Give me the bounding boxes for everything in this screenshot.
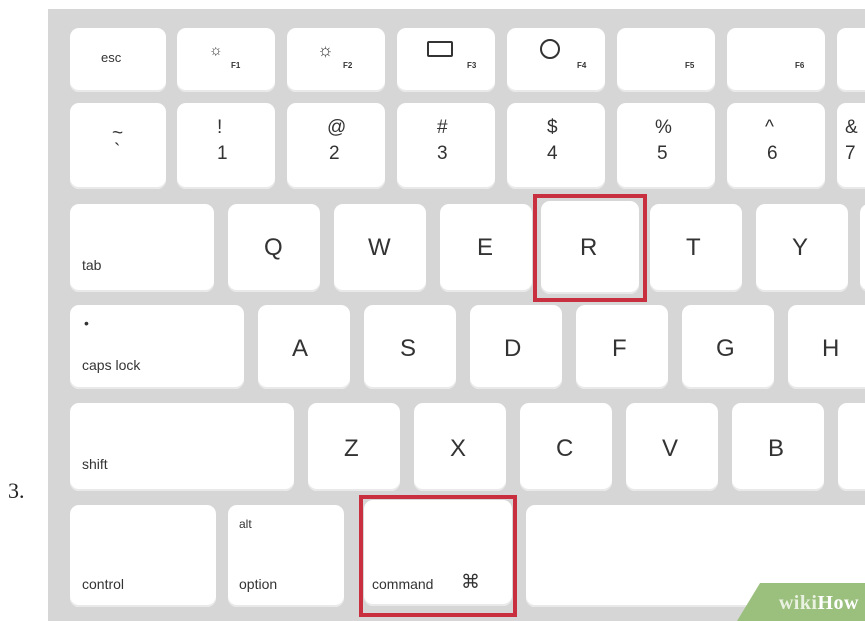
key-f4-label: F4	[577, 61, 587, 70]
key-f6-label: F6	[795, 61, 805, 70]
key-b-label: B	[768, 435, 785, 462]
key-esc: esc	[70, 28, 166, 92]
key-2: @ 2	[287, 103, 385, 189]
dashboard-icon	[540, 39, 560, 59]
key-4-bottom: 4	[547, 143, 558, 164]
key-h: H	[788, 305, 865, 389]
key-g: G	[682, 305, 774, 389]
mission-control-icon	[427, 41, 453, 57]
key-c: C	[520, 403, 612, 491]
key-e: E	[440, 204, 532, 292]
key-f1: ☼ F1	[177, 28, 275, 92]
key-f5-label: F5	[685, 61, 695, 70]
key-c-label: C	[556, 435, 574, 462]
keyboard-illustration: esc ☼ F1 ☼ F2 F3 F4 F5 F6 ~ ` ! 1 @ 2 # …	[48, 9, 865, 621]
key-x-label: X	[450, 435, 467, 462]
key-u	[860, 204, 865, 292]
key-z-label: Z	[344, 435, 359, 462]
brightness-down-icon: ☼	[209, 42, 223, 59]
key-6-top: ^	[765, 117, 774, 138]
key-option: alt option	[228, 505, 344, 607]
key-f3-label: F3	[467, 61, 477, 70]
key-w: W	[334, 204, 426, 292]
key-q: Q	[228, 204, 320, 292]
key-z: Z	[308, 403, 400, 491]
key-esc-label: esc	[101, 50, 122, 65]
key-tab-label: tab	[82, 257, 102, 273]
key-tab: tab	[70, 204, 214, 292]
key-b: B	[732, 403, 824, 491]
key-w-label: W	[368, 234, 391, 261]
key-7-bottom: 7	[845, 143, 856, 164]
step-number: 3.	[8, 478, 25, 503]
key-f3: F3	[397, 28, 495, 92]
key-f6: F6	[727, 28, 825, 92]
key-tilde-bottom: `	[114, 141, 121, 162]
key-5-top: %	[655, 117, 672, 138]
key-f-label: F	[612, 335, 627, 362]
key-alt-label: alt	[239, 517, 252, 531]
key-t-label: T	[686, 234, 701, 261]
key-7: & 7	[837, 103, 865, 189]
key-7-top: &	[845, 117, 858, 138]
key-1-top: !	[217, 117, 223, 138]
key-caps-lock: • caps lock	[70, 305, 244, 389]
key-d: D	[470, 305, 562, 389]
wikihow-watermark: wikiHow	[778, 592, 859, 614]
key-a: A	[258, 305, 350, 389]
key-control: control	[70, 505, 216, 607]
key-t: T	[650, 204, 742, 292]
key-2-top: @	[327, 117, 347, 138]
key-5: % 5	[617, 103, 715, 189]
key-6-bottom: 6	[767, 143, 778, 164]
key-3-bottom: 3	[437, 143, 448, 164]
key-d-label: D	[504, 335, 522, 362]
key-f7	[837, 28, 865, 92]
key-shift-label: shift	[82, 456, 108, 472]
highlight-r-key	[533, 194, 647, 302]
key-v-label: V	[662, 435, 679, 462]
key-f2: ☼ F2	[287, 28, 385, 92]
key-1: ! 1	[177, 103, 275, 189]
highlight-command-key	[359, 495, 517, 617]
key-4: $ 4	[507, 103, 605, 189]
key-f2-label: F2	[343, 61, 353, 70]
key-5-bottom: 5	[657, 143, 668, 164]
key-caps-dot: •	[84, 315, 89, 331]
key-n	[838, 403, 865, 491]
key-3: # 3	[397, 103, 495, 189]
key-y: Y	[756, 204, 848, 292]
key-caps-lock-label: caps lock	[82, 357, 141, 373]
key-x: X	[414, 403, 506, 491]
key-control-label: control	[82, 576, 125, 592]
key-s: S	[364, 305, 456, 389]
key-f5: F5	[617, 28, 715, 92]
key-h-label: H	[822, 335, 840, 362]
key-v: V	[626, 403, 718, 491]
key-q-label: Q	[264, 234, 283, 261]
key-s-label: S	[400, 335, 417, 362]
key-f4: F4	[507, 28, 605, 92]
brightness-up-icon: ☼	[317, 40, 334, 60]
key-6: ^ 6	[727, 103, 825, 189]
key-f1-label: F1	[231, 61, 241, 70]
key-y-label: Y	[792, 234, 809, 261]
key-3-top: #	[437, 117, 448, 138]
key-4-top: $	[547, 117, 558, 138]
key-1-bottom: 1	[217, 143, 228, 164]
key-option-label: option	[239, 576, 278, 592]
key-f: F	[576, 305, 668, 389]
key-tilde: ~ `	[70, 103, 166, 189]
key-shift: shift	[70, 403, 294, 491]
key-e-label: E	[477, 234, 494, 261]
key-a-label: A	[292, 335, 309, 362]
key-g-label: G	[716, 335, 735, 362]
key-2-bottom: 2	[329, 143, 340, 164]
